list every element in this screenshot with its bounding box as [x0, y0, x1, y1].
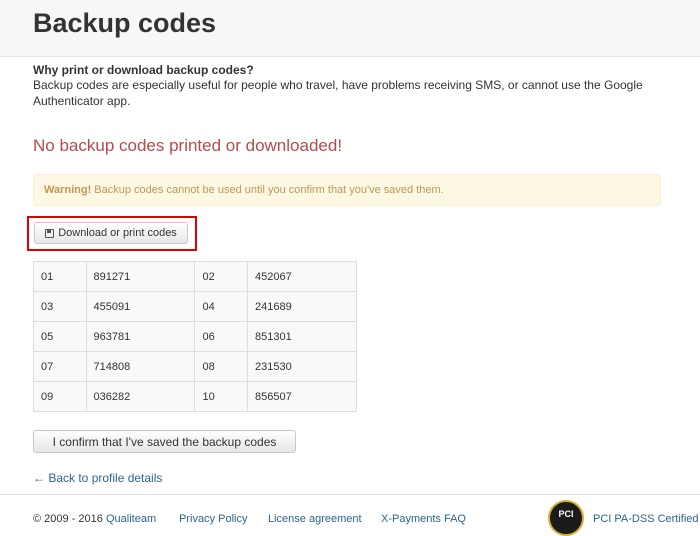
warning-label: Warning!: [44, 184, 92, 196]
footer-link-faq[interactable]: X-Payments FAQ: [381, 513, 466, 525]
why-heading: Why print or download backup codes?: [33, 63, 254, 77]
why-description: Backup codes are especially useful for p…: [33, 78, 643, 108]
code-number: 08: [194, 351, 249, 382]
backup-code: 856507: [247, 381, 357, 412]
code-number: 06: [194, 321, 249, 352]
code-number: 05: [33, 321, 87, 352]
download-button-label: Download or print codes: [58, 227, 177, 239]
download-codes-button[interactable]: Download or print codes: [34, 222, 188, 244]
code-number: 10: [194, 381, 249, 412]
footer-link-privacy[interactable]: Privacy Policy: [179, 513, 247, 525]
warning-text: Backup codes cannot be used until you co…: [91, 184, 444, 196]
backup-code: 851301: [247, 321, 357, 352]
footer-copyright: © 2009 - 2016: [33, 513, 103, 525]
table-row: 03 455091 04 241689: [33, 291, 357, 322]
confirm-saved-button[interactable]: I confirm that I've saved the backup cod…: [33, 430, 296, 453]
backup-code: 036282: [85, 381, 196, 412]
footer-link-qualiteam[interactable]: Qualiteam: [106, 513, 156, 525]
backup-code: 714808: [85, 351, 196, 382]
backup-code: 963781: [85, 321, 196, 352]
floppy-disk-icon: [45, 228, 55, 238]
backup-codes-table: 01 891271 02 452067 03 455091 04 241689 …: [33, 261, 357, 412]
warning-alert: Warning! Backup codes cannot be used unt…: [33, 174, 661, 206]
backup-code: 241689: [247, 291, 357, 322]
code-number: 04: [194, 291, 249, 322]
back-to-profile-link[interactable]: ← Back to profile details: [33, 471, 162, 485]
backup-code: 231530: [247, 351, 357, 382]
pci-badge-logo: PCI: [548, 500, 584, 536]
code-number: 07: [33, 351, 87, 382]
footer-link-license[interactable]: License agreement: [268, 513, 362, 525]
backup-code: 452067: [247, 261, 357, 292]
table-row: 07 714808 08 231530: [33, 351, 357, 382]
code-number: 02: [194, 261, 249, 292]
table-row: 09 036282 10 856507: [33, 381, 357, 412]
status-heading: No backup codes printed or downloaded!: [33, 136, 343, 155]
backup-code: 891271: [85, 261, 196, 292]
page-title: Backup codes: [33, 8, 217, 38]
code-number: 03: [33, 291, 87, 322]
code-number: 01: [33, 261, 87, 292]
backup-code: 455091: [85, 291, 196, 322]
code-number: 09: [33, 381, 87, 412]
footer-link-pci[interactable]: PCI PA-DSS Certified: [593, 513, 699, 525]
pci-badge-text: PCI: [558, 509, 574, 519]
table-row: 05 963781 06 851301: [33, 321, 357, 352]
footer: © 2009 - 2016 Qualiteam Privacy Policy L…: [0, 494, 700, 525]
table-row: 01 891271 02 452067: [33, 261, 357, 292]
